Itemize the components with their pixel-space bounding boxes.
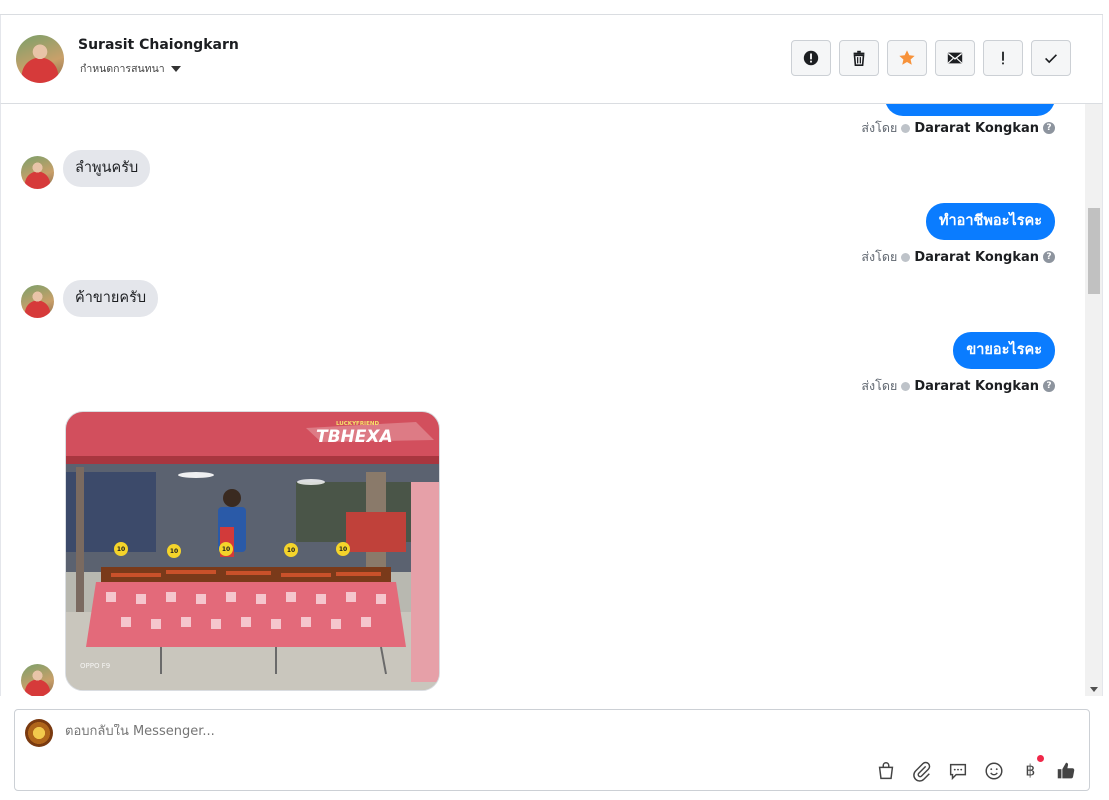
sent-by-label: ส่งโดย xyxy=(861,378,898,393)
svg-text:฿: ฿ xyxy=(1025,761,1035,779)
price-tag: 10 xyxy=(287,547,295,554)
contact-avatar[interactable] xyxy=(16,35,64,83)
thread-scrollbar[interactable] xyxy=(1085,104,1103,696)
conversation-label: กำหนดการสนทนา xyxy=(80,63,165,75)
saved-reply-icon[interactable] xyxy=(947,760,969,782)
conversation-toolbar xyxy=(791,40,1071,76)
top-strip xyxy=(0,0,1103,15)
check-icon xyxy=(1045,54,1057,64)
banner-text: TBHEXA xyxy=(316,427,393,447)
report-button[interactable] xyxy=(791,40,831,76)
like-thumb-icon[interactable] xyxy=(1055,760,1077,782)
agent-status-icon xyxy=(901,252,911,262)
agent-name[interactable]: Dararat Kongkan xyxy=(914,379,1039,394)
reply-composer: ฿ xyxy=(14,709,1090,791)
message-thread: ส่งโดย Dararat Kongkan ? ลำพูนครับ ทำอาช… xyxy=(0,104,1085,696)
star-button[interactable] xyxy=(887,40,927,76)
agent-name[interactable]: Dararat Kongkan xyxy=(914,250,1039,265)
star-icon xyxy=(899,50,915,65)
market-stall-photo[interactable]: TBHEXA LUCKYFRIEND 10 10 10 10 10 OPPO F… xyxy=(65,411,440,691)
trash-icon xyxy=(853,50,865,67)
caret-down-icon xyxy=(170,65,181,72)
photo-watermark: OPPO F9 xyxy=(80,662,110,670)
shop-bag-icon[interactable] xyxy=(875,760,897,782)
scrollbar-thumb[interactable] xyxy=(1088,208,1100,294)
mark-done-button[interactable] xyxy=(1031,40,1071,76)
contact-name[interactable]: Surasit Chaiongkarn xyxy=(78,37,239,53)
banner-small-text: LUCKYFRIEND xyxy=(336,421,379,427)
outgoing-message-bubble[interactable] xyxy=(885,104,1055,116)
sent-by-row: ส่งโดย Dararat Kongkan ? xyxy=(861,376,1055,396)
sent-by-label: ส่งโดย xyxy=(861,120,898,135)
page-avatar xyxy=(25,719,53,747)
agent-status-icon xyxy=(901,381,911,391)
mark-important-button[interactable] xyxy=(983,40,1023,76)
contact-avatar[interactable] xyxy=(21,664,54,696)
help-icon[interactable]: ? xyxy=(1043,380,1055,392)
price-tag: 10 xyxy=(222,546,230,553)
contact-avatar[interactable] xyxy=(21,285,54,318)
agent-name[interactable]: Dararat Kongkan xyxy=(914,121,1039,136)
help-icon[interactable]: ? xyxy=(1043,122,1055,134)
agent-status-icon xyxy=(901,123,911,133)
alert-circle-icon xyxy=(803,50,819,66)
composer-actions: ฿ xyxy=(875,755,1077,784)
mark-unread-button[interactable] xyxy=(935,40,975,76)
incoming-message-bubble[interactable]: ลำพูนครับ xyxy=(63,150,151,187)
reply-input[interactable] xyxy=(65,724,965,739)
sent-by-label: ส่งโดย xyxy=(861,249,898,264)
conversation-header: Surasit Chaiongkarn กำหนดการสนทนา xyxy=(0,15,1103,104)
notification-dot xyxy=(1037,755,1044,762)
paperclip-icon[interactable] xyxy=(911,760,933,782)
outgoing-message-bubble[interactable]: ทำอาชีพอะไรคะ xyxy=(925,203,1055,240)
conversation-schedule-dropdown[interactable]: กำหนดการสนทนา xyxy=(80,60,181,77)
exclamation-icon xyxy=(1002,51,1004,65)
delete-button[interactable] xyxy=(839,40,879,76)
emoji-icon[interactable] xyxy=(983,760,1005,782)
payment-button[interactable]: ฿ xyxy=(1019,755,1044,784)
outgoing-message-bubble[interactable]: ขายอะไรคะ xyxy=(953,332,1055,369)
envelope-icon xyxy=(947,52,963,64)
photo-image: TBHEXA LUCKYFRIEND 10 10 10 10 10 OPPO F… xyxy=(66,412,439,690)
price-tag: 10 xyxy=(170,548,178,555)
incoming-message-bubble[interactable]: ค้าขายครับ xyxy=(63,280,159,317)
sent-by-row: ส่งโดย Dararat Kongkan ? xyxy=(861,118,1055,138)
sent-by-row: ส่งโดย Dararat Kongkan ? xyxy=(861,247,1055,267)
contact-avatar[interactable] xyxy=(21,156,54,189)
scroll-down-arrow-icon[interactable] xyxy=(1090,687,1098,692)
help-icon[interactable]: ? xyxy=(1043,251,1055,263)
price-tag: 10 xyxy=(339,546,347,553)
price-tag: 10 xyxy=(117,546,125,553)
